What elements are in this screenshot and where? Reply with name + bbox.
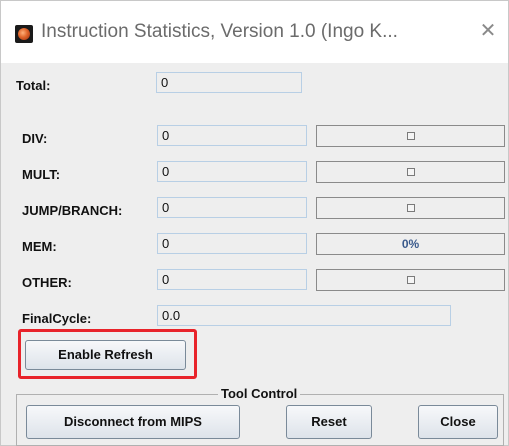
enable-refresh-button[interactable]: Enable Refresh xyxy=(25,340,186,370)
instruction-statistics-window: Instruction Statistics, Version 1.0 (Ing… xyxy=(0,0,509,446)
tool-control-title: Tool Control xyxy=(218,386,301,401)
other-count-field: 0 xyxy=(157,269,307,290)
empty-progress-icon xyxy=(406,204,415,213)
app-icon xyxy=(15,25,33,43)
empty-progress-icon xyxy=(406,132,415,141)
mult-count-field: 0 xyxy=(157,161,307,182)
div-count-field: 0 xyxy=(157,125,307,146)
title-bar: Instruction Statistics, Version 1.0 (Ing… xyxy=(1,1,508,63)
jump-branch-progress-bar xyxy=(316,197,505,219)
mult-progress-bar xyxy=(316,161,505,183)
final-cycle-label: FinalCycle: xyxy=(22,311,92,326)
mem-count-field: 0 xyxy=(157,233,307,254)
reset-button[interactable]: Reset xyxy=(286,405,372,439)
window-title: Instruction Statistics, Version 1.0 (Ing… xyxy=(41,21,398,42)
jump-branch-label: JUMP/BRANCH: xyxy=(22,203,123,218)
mem-progress-bar: 0% xyxy=(316,233,505,255)
mem-label: MEM: xyxy=(22,239,57,254)
empty-progress-icon xyxy=(406,168,415,177)
close-icon[interactable]: ✕ xyxy=(477,20,499,42)
total-field: 0 xyxy=(156,72,302,93)
final-cycle-field: 0.0 xyxy=(157,305,451,326)
other-label: OTHER: xyxy=(22,275,72,290)
mult-label: MULT: xyxy=(22,167,61,182)
div-progress-bar xyxy=(316,125,505,147)
div-label: DIV: xyxy=(22,131,48,146)
empty-progress-icon xyxy=(406,276,415,285)
disconnect-button[interactable]: Disconnect from MIPS xyxy=(26,405,240,439)
jump-branch-count-field: 0 xyxy=(157,197,307,218)
close-button[interactable]: Close xyxy=(418,405,498,439)
other-progress-bar xyxy=(316,269,505,291)
mem-percent: 0% xyxy=(401,237,420,251)
total-label: Total: xyxy=(16,78,51,93)
